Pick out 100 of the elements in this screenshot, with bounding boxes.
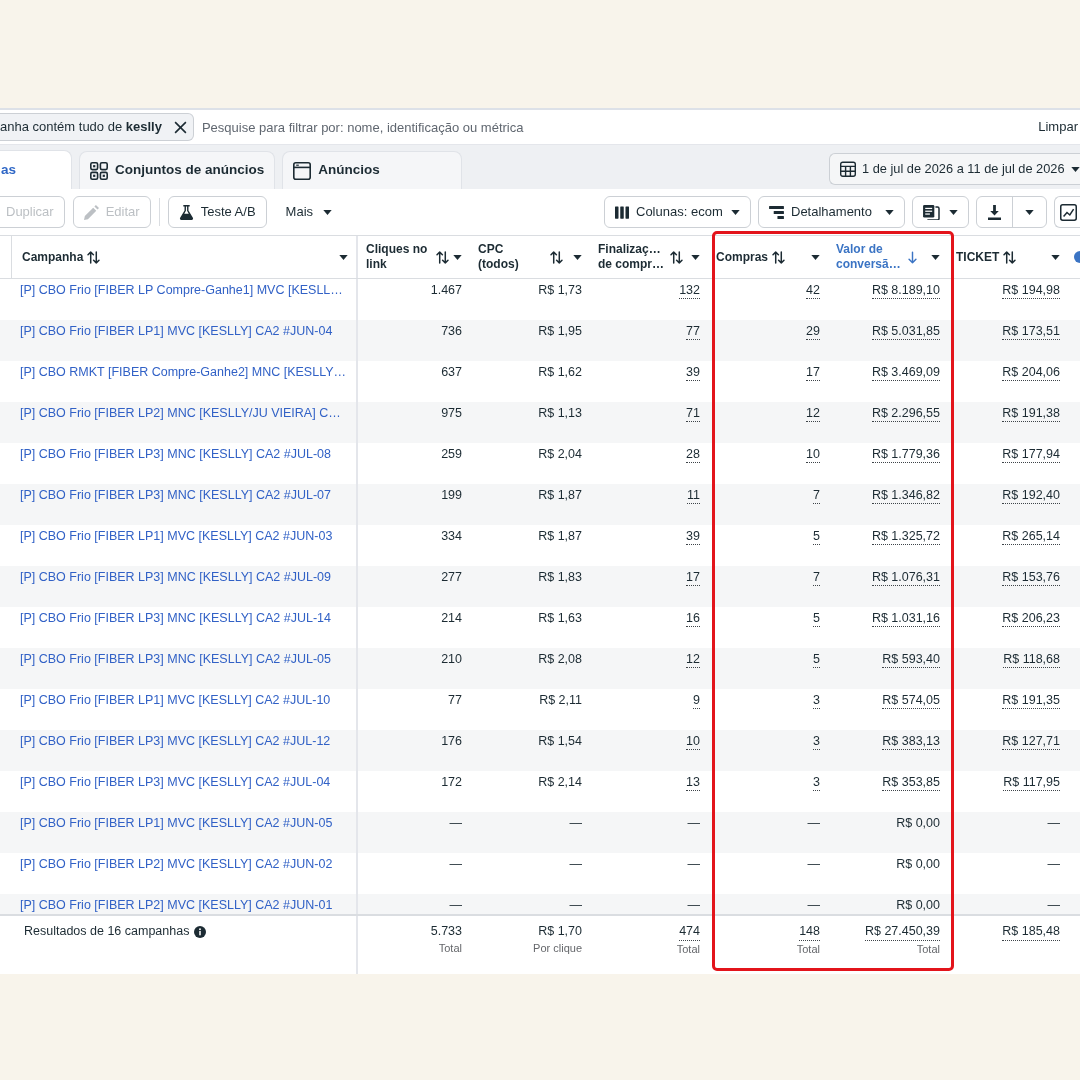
metric-value: 736: [441, 324, 462, 338]
metric-value: 975: [441, 406, 462, 420]
columns-button[interactable]: Colunas: ecom: [604, 196, 751, 228]
metric-value: R$ 1,95: [538, 324, 582, 338]
caret-icon[interactable]: [453, 254, 462, 260]
metric-value: —: [687, 898, 700, 912]
campaign-link[interactable]: [P] CBO Frio [FIBER LP3] MVC [KESLLY] CA2 #JUL-12: [20, 734, 331, 748]
campaign-link[interactable]: [P] CBO RMKT [FIBER Compre-Ganhe2] MNC [KESLLY…: [20, 365, 347, 379]
metric-value: R$ 206,23: [1002, 611, 1060, 627]
campaign-link[interactable]: [P] CBO Frio [FIBER LP1] MVC [KESLLY] CA2 #JUL-10: [20, 693, 331, 707]
caret-icon[interactable]: [931, 254, 940, 260]
caret-icon[interactable]: [811, 254, 820, 260]
column-header[interactable]: Compras: [716, 249, 768, 265]
metric-value: R$ 5.031,85: [871, 324, 940, 340]
metric-value: —: [1047, 898, 1060, 912]
metric-value: —: [1047, 816, 1060, 830]
sort-icon[interactable]: [436, 250, 449, 264]
grid-icon: [90, 161, 108, 180]
metric-value: R$ 265,14: [1002, 529, 1060, 545]
caret-icon[interactable]: [573, 254, 582, 260]
metric-value: R$ 0,00: [896, 816, 940, 830]
metric-value: —: [687, 816, 700, 830]
metric-value: R$ 383,13: [882, 734, 940, 750]
metric-value: 214: [441, 611, 462, 625]
metric-value: R$ 118,68: [1003, 652, 1060, 668]
campaign-link[interactable]: [P] CBO Frio [FIBER LP3] MNC [KESLLY] CA2 #JUL-08: [20, 447, 331, 461]
caret-icon[interactable]: [339, 254, 348, 260]
total-value: 148: [799, 923, 820, 941]
metric-value: R$ 353,85: [882, 775, 940, 791]
column-header[interactable]: Valor de conversã…: [836, 242, 904, 272]
tab[interactable]: Anúncios: [282, 151, 463, 189]
campaign-link[interactable]: [P] CBO Frio [FIBER LP3] MVC [KESLLY] CA2 #JUL-04: [20, 775, 331, 789]
column-header[interactable]: TICKET: [956, 249, 1000, 265]
results-summary: Resultados de 16 campanhas: [24, 923, 190, 940]
metric-value: 39: [686, 365, 700, 381]
campaign-link[interactable]: [P] CBO Frio [FIBER LP3] MNC [KESLLY] CA2 #JUL-07: [20, 488, 331, 502]
caret-icon: [323, 209, 333, 215]
metric-value: R$ 574,05: [882, 693, 940, 709]
metric-value: 42: [806, 283, 820, 299]
date-range-button[interactable]: 1 de jul de 2026 a 11 de jul de 2026: [829, 153, 1080, 185]
sort-icon[interactable]: [87, 250, 101, 264]
caret-icon[interactable]: [691, 254, 700, 260]
metric-value: 3: [813, 693, 820, 709]
campaign-link[interactable]: [P] CBO Frio [FIBER LP Compre-Ganhe1] MVC [KESLL…: [20, 283, 343, 297]
download-icon: [988, 204, 1001, 220]
column-header[interactable]: CPC (todos): [478, 242, 546, 272]
chart-icon: [1060, 203, 1077, 221]
campaign-link[interactable]: [P] CBO Frio [FIBER LP1] MVC [KESLLY] CA2 #JUN-04: [20, 324, 333, 338]
metric-value: 10: [686, 734, 700, 750]
search-field[interactable]: Pesquise para filtrar por: nome, identificação ou métrica: [201, 114, 1031, 140]
calendar-icon: [840, 161, 856, 177]
metric-value: 7: [813, 488, 820, 504]
sort-icon[interactable]: [1003, 250, 1017, 264]
pencil-icon: [83, 204, 99, 220]
ab-test-button[interactable]: Teste A/B: [167, 196, 267, 228]
tab[interactable]: as: [0, 150, 72, 189]
caret-icon[interactable]: [1051, 254, 1060, 260]
filter-chip[interactable]: anha contém tudo de keslly: [0, 113, 194, 141]
metric-value: 176: [441, 734, 462, 748]
metric-value: R$ 2,11: [539, 693, 582, 707]
metric-value: 3: [813, 734, 820, 750]
campaign-link[interactable]: [P] CBO Frio [FIBER LP2] MVC [KESLLY] CA2 #JUN-01: [20, 898, 333, 912]
metric-value: R$ 1,73: [538, 283, 582, 297]
total-note: Por clique: [533, 941, 582, 956]
campaign-link[interactable]: [P] CBO Frio [FIBER LP2] MVC [KESLLY] CA2 #JUN-02: [20, 857, 333, 871]
metric-value: 16: [686, 611, 700, 627]
metric-value: R$ 127,71: [1002, 734, 1060, 750]
sort-icon[interactable]: [772, 250, 785, 264]
close-icon[interactable]: [173, 120, 187, 134]
metric-value: 172: [441, 775, 462, 789]
breakdown-button[interactable]: Detalhamento: [758, 196, 905, 228]
sort-icon[interactable]: [549, 250, 563, 264]
metric-value: R$ 2,08: [538, 652, 582, 666]
sort-icon[interactable]: [669, 250, 683, 264]
metric-value: 77: [448, 693, 462, 707]
campaign-link[interactable]: [P] CBO Frio [FIBER LP1] MVC [KESLLY] CA2 #JUN-03: [20, 529, 333, 543]
campaign-link[interactable]: [P] CBO Frio [FIBER LP3] MNC [KESLLY] CA2 #JUL-14: [20, 611, 331, 625]
metric-value: 334: [441, 529, 462, 543]
column-header[interactable]: Finalizaç… de compr…: [598, 242, 666, 272]
metric-value: 29: [806, 324, 820, 340]
metric-value: 28: [686, 447, 700, 463]
metric-value: —: [569, 898, 582, 912]
metric-value: 17: [806, 365, 820, 381]
campaign-link[interactable]: [P] CBO Frio [FIBER LP3] MNC [KESLLY] CA2 #JUL-05: [20, 652, 331, 666]
clear-button[interactable]: Limpar: [1038, 117, 1078, 137]
campaign-link[interactable]: [P] CBO Frio [FIBER LP3] MNC [KESLLY] CA2 #JUL-09: [20, 570, 331, 584]
arrow-down-icon[interactable]: [907, 250, 917, 264]
campaign-link[interactable]: [P] CBO Frio [FIBER LP2] MNC [KESLLY/JU VIEIRA] C…: [20, 406, 341, 420]
tab[interactable]: Conjuntos de anúncios: [79, 151, 276, 189]
metric-value: R$ 1,87: [538, 488, 582, 502]
column-header[interactable]: Cliques no link: [366, 242, 432, 272]
total-value: R$ 1,70: [538, 923, 582, 940]
metric-value: 3: [813, 775, 820, 791]
total-note: Total: [916, 942, 940, 957]
column-header[interactable]: Campanha: [22, 249, 84, 265]
reports-button[interactable]: [912, 196, 969, 228]
chart-button[interactable]: [1054, 196, 1080, 228]
info-icon[interactable]: [194, 925, 207, 938]
campaign-link[interactable]: [P] CBO Frio [FIBER LP1] MVC [KESLLY] CA2 #JUN-05: [20, 816, 333, 830]
metric-value: R$ 2.296,55: [871, 406, 940, 422]
